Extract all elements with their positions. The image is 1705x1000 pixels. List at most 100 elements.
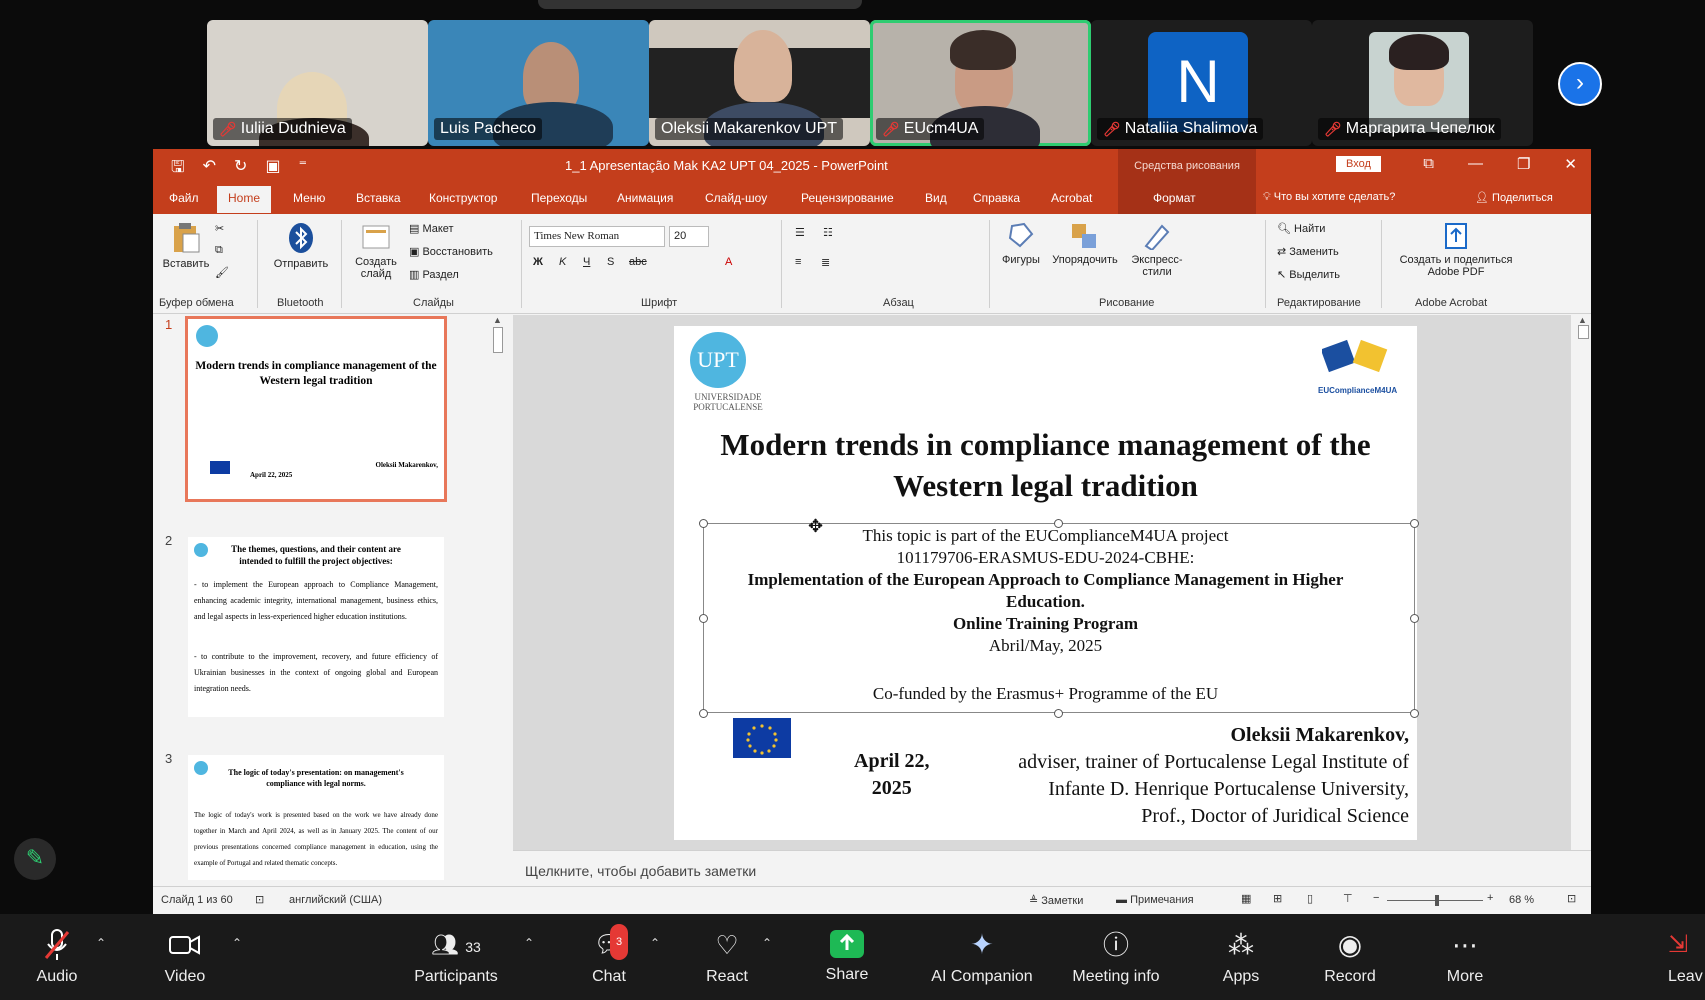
slideshow-view-icon[interactable]: ⊤ bbox=[1343, 892, 1353, 905]
create-share-pdf-button[interactable]: Создать и поделиться Adobe PDF bbox=[1391, 222, 1521, 278]
ribbon-display-icon[interactable]: ⧉ bbox=[1423, 155, 1434, 173]
quick-styles-button[interactable]: Экспресс-стили bbox=[1127, 222, 1187, 278]
tab-animations[interactable]: Анимация bbox=[617, 191, 673, 205]
participant-tile[interactable]: 🎤︎ Маргарита Чепелюк bbox=[1312, 20, 1533, 146]
participants-options-chevron-icon[interactable]: ⌃ bbox=[524, 936, 534, 950]
record-button[interactable]: ◉ Record bbox=[1322, 928, 1378, 986]
react-button[interactable]: ♡ React bbox=[702, 928, 752, 986]
slide-sorter-icon[interactable]: ⊞ bbox=[1273, 892, 1282, 905]
shadow-button[interactable]: S bbox=[607, 256, 614, 268]
tab-acrobat[interactable]: Acrobat bbox=[1051, 191, 1092, 205]
font-size-select[interactable]: 20 bbox=[669, 226, 709, 247]
slide-thumbnail-2[interactable]: The themes, questions, and their content… bbox=[188, 537, 444, 717]
tell-me-search[interactable]: 💡︎ Что вы хотите сделать? bbox=[1263, 191, 1395, 204]
section-button[interactable]: ▥ Раздел bbox=[409, 268, 459, 281]
scroll-up-icon[interactable]: ▲ bbox=[493, 315, 503, 325]
new-slide-button[interactable]: Создать слайд bbox=[351, 222, 401, 280]
participant-tile[interactable]: Oleksii Makarenkov UPT bbox=[649, 20, 870, 146]
reset-button[interactable]: ▣ Восстановить bbox=[409, 245, 493, 258]
audio-button[interactable]: Audio bbox=[32, 928, 82, 986]
participant-tile[interactable]: 🎤︎ Iuliia Dudnieva bbox=[207, 20, 428, 146]
video-button[interactable]: Video bbox=[160, 928, 210, 986]
bullets-icon[interactable]: ☰ bbox=[795, 226, 805, 239]
notes-toggle[interactable]: ≜ Заметки bbox=[1029, 894, 1083, 907]
tab-menu[interactable]: Меню bbox=[293, 191, 325, 205]
tab-review[interactable]: Рецензирование bbox=[801, 191, 894, 205]
participants-button[interactable]: 👥︎ 33 Participants bbox=[408, 928, 504, 986]
numbering-icon[interactable]: ☷ bbox=[823, 226, 833, 239]
zoom-level[interactable]: 68 % bbox=[1509, 894, 1534, 906]
notes-pane[interactable]: Щелкните, чтобы добавить заметки bbox=[513, 850, 1591, 886]
zoom-out-icon[interactable]: − bbox=[1373, 892, 1379, 904]
minimize-icon[interactable]: — bbox=[1468, 155, 1483, 173]
normal-view-icon[interactable]: ▦ bbox=[1241, 892, 1251, 905]
participant-tile-active-speaker[interactable]: 🎤︎ EUcm4UA bbox=[870, 20, 1091, 146]
copy-icon[interactable]: ⧉ bbox=[215, 244, 223, 257]
share-screen-button[interactable]: Share bbox=[822, 928, 872, 984]
resize-handle[interactable] bbox=[699, 709, 708, 718]
select-button[interactable]: ↖ Выделить bbox=[1277, 268, 1340, 281]
arrange-button[interactable]: Упорядочить bbox=[1047, 222, 1123, 266]
audio-options-chevron-icon[interactable]: ⌃ bbox=[96, 936, 106, 950]
ai-companion-button[interactable]: ✦ AI Companion bbox=[926, 928, 1038, 986]
maximize-icon[interactable]: ❐ bbox=[1517, 155, 1530, 173]
cut-icon[interactable]: ✂ bbox=[215, 222, 224, 235]
scroll-thumb[interactable] bbox=[493, 327, 503, 353]
login-button[interactable]: Вход bbox=[1336, 156, 1381, 172]
align-left-icon[interactable]: ≡ bbox=[795, 256, 801, 268]
tab-insert[interactable]: Вставка bbox=[356, 191, 401, 205]
tab-file[interactable]: Файл bbox=[169, 191, 199, 205]
tab-view[interactable]: Вид bbox=[925, 191, 947, 205]
chat-button[interactable]: 💬︎ 3 Chat bbox=[586, 924, 632, 986]
comments-toggle[interactable]: ▬ Примечания bbox=[1116, 894, 1194, 906]
participant-tile[interactable]: N 🎤︎ Nataliia Shalimova bbox=[1091, 20, 1312, 146]
find-button[interactable]: 🔍︎ Найти bbox=[1277, 222, 1325, 235]
send-bluetooth-button[interactable]: Отправить bbox=[271, 222, 331, 270]
resize-handle[interactable] bbox=[1410, 709, 1419, 718]
more-button[interactable]: ⋯ More bbox=[1440, 928, 1490, 986]
fit-to-window-icon[interactable]: ⊡ bbox=[1567, 892, 1576, 905]
font-color-button[interactable]: A bbox=[725, 256, 732, 268]
align-center-icon[interactable]: ≣ bbox=[821, 256, 830, 269]
current-slide[interactable]: UPT UNIVERSIDADE PORTUCALENSE EUComplian… bbox=[674, 326, 1419, 840]
react-options-chevron-icon[interactable]: ⌃ bbox=[762, 936, 772, 950]
paste-button[interactable]: Вставить bbox=[161, 222, 211, 270]
zoom-in-icon[interactable]: + bbox=[1487, 892, 1493, 904]
undo-icon[interactable]: ↶ bbox=[203, 156, 216, 183]
slide-thumbnail-1[interactable]: Modern trends in compliance management o… bbox=[185, 316, 447, 502]
leave-button[interactable]: ⇲ Leav bbox=[1668, 928, 1705, 986]
customize-toolbar-icon[interactable]: ⁼ bbox=[299, 156, 307, 183]
chat-options-chevron-icon[interactable]: ⌃ bbox=[650, 936, 660, 950]
next-participants-button[interactable]: › bbox=[1558, 62, 1602, 106]
meeting-info-button[interactable]: ⓘ Meeting info bbox=[1064, 928, 1168, 986]
zoom-slider-thumb[interactable] bbox=[1435, 895, 1439, 906]
resize-handle[interactable] bbox=[1054, 709, 1063, 718]
tab-home[interactable]: Home bbox=[217, 186, 272, 213]
language-indicator[interactable]: английский (США) bbox=[289, 894, 382, 906]
format-painter-icon[interactable]: 🖌︎ bbox=[215, 266, 229, 279]
slide-thumbnail-3[interactable]: The logic of today's presentation: on ma… bbox=[188, 755, 444, 880]
tab-slideshow[interactable]: Слайд-шоу bbox=[705, 191, 767, 205]
tab-design[interactable]: Конструктор bbox=[429, 191, 497, 205]
annotate-pencil-icon[interactable]: ✎ bbox=[14, 838, 56, 880]
save-icon[interactable]: 🖫︎ bbox=[171, 156, 185, 183]
thumbnails-scrollbar[interactable]: ▲ bbox=[493, 315, 505, 880]
tab-transitions[interactable]: Переходы bbox=[531, 191, 587, 205]
redo-icon[interactable]: ↻ bbox=[234, 156, 247, 183]
italic-button[interactable]: K bbox=[559, 256, 566, 268]
scroll-up-icon[interactable]: ▲ bbox=[1578, 315, 1591, 325]
replace-button[interactable]: ⇄ Заменить bbox=[1277, 245, 1339, 258]
underline-button[interactable]: Ч bbox=[583, 256, 590, 268]
shapes-button[interactable]: Фигуры bbox=[999, 222, 1043, 266]
start-slideshow-icon[interactable]: ▣ bbox=[265, 156, 280, 183]
tab-help[interactable]: Справка bbox=[973, 191, 1020, 205]
spellcheck-icon[interactable]: ⊡ bbox=[255, 893, 264, 906]
editor-scrollbar[interactable]: ▲ bbox=[1578, 315, 1591, 850]
strikethrough-button[interactable]: abc bbox=[629, 256, 647, 268]
reading-view-icon[interactable]: ▯ bbox=[1307, 892, 1313, 905]
apps-button[interactable]: ⁂ Apps bbox=[1216, 928, 1266, 986]
close-icon[interactable]: ✕ bbox=[1564, 155, 1577, 173]
font-name-select[interactable]: Times New Roman bbox=[529, 226, 665, 247]
slide-title[interactable]: Modern trends in compliance management o… bbox=[674, 424, 1417, 506]
participant-tile[interactable]: Luis Pacheco bbox=[428, 20, 649, 146]
